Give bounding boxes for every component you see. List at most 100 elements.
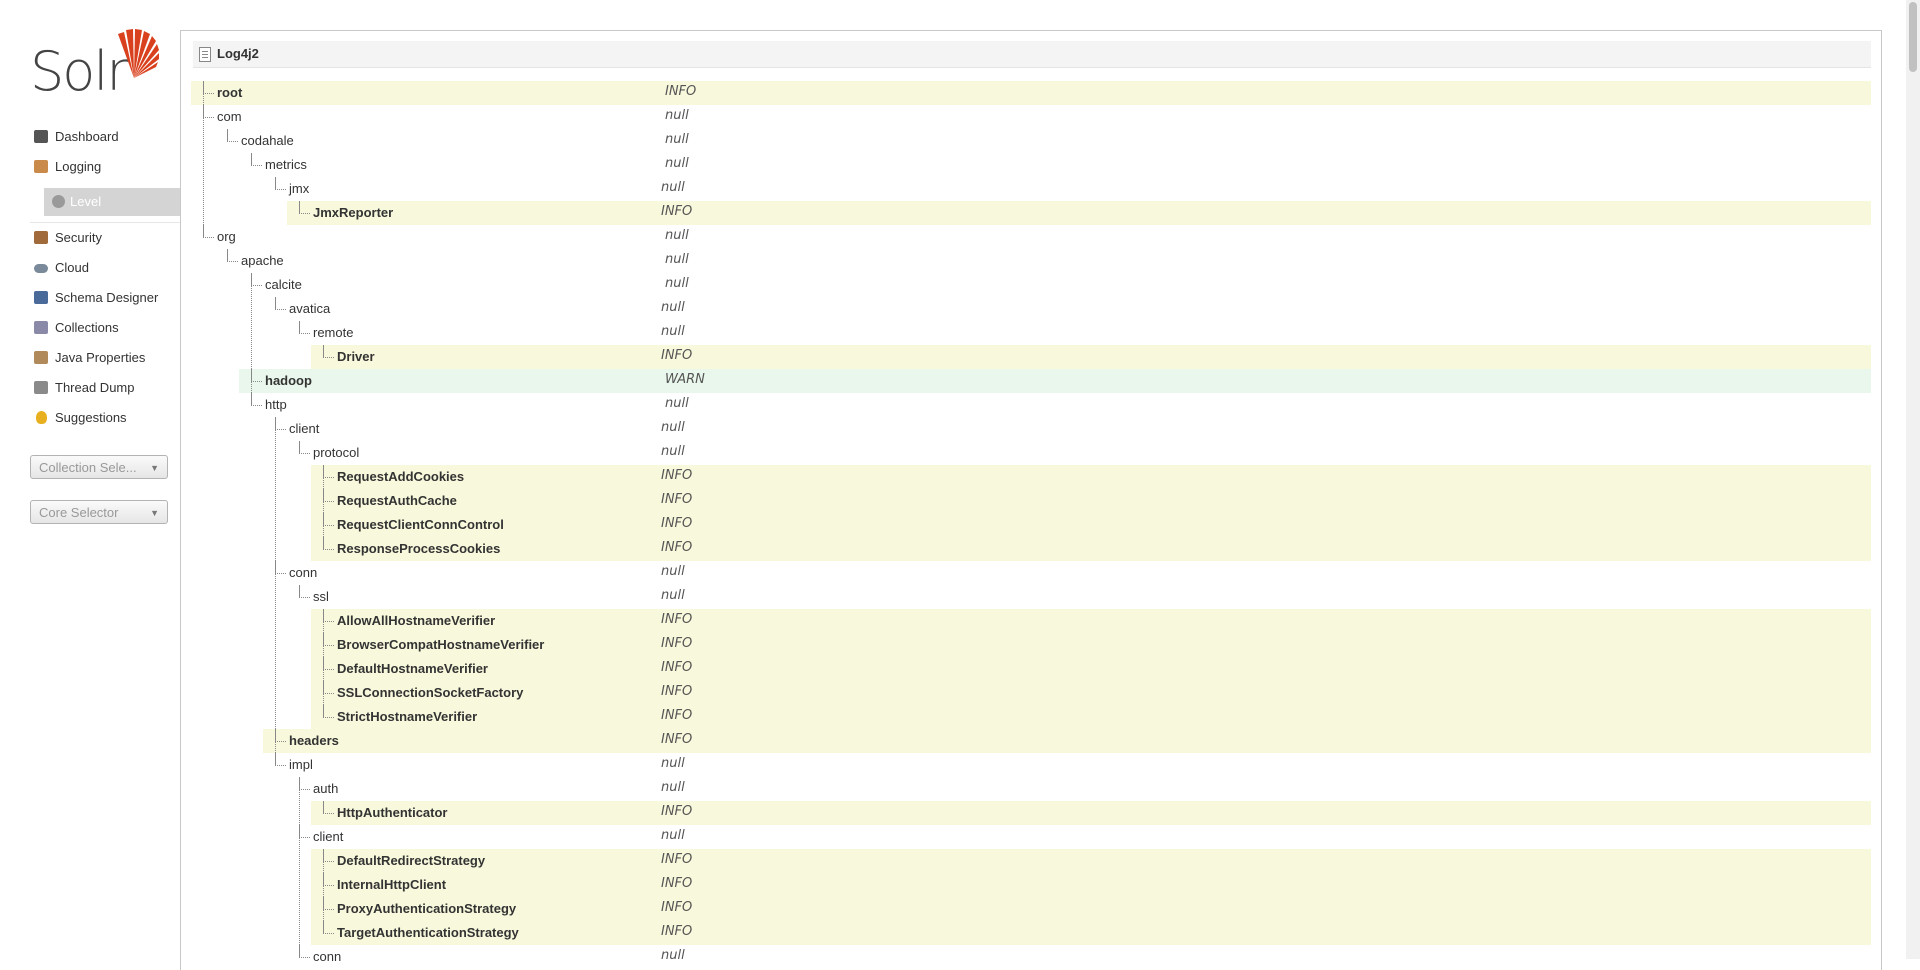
logger-name[interactable]: ssl: [313, 589, 329, 604]
panel-header: Log4j2: [193, 41, 1871, 68]
logger-name[interactable]: com: [217, 109, 242, 124]
logger-level[interactable]: INFO: [661, 468, 692, 483]
logger-level[interactable]: null: [661, 180, 685, 195]
logger-name[interactable]: metrics: [265, 157, 307, 172]
nav-level[interactable]: Level: [44, 188, 180, 216]
logger-name[interactable]: headers: [289, 733, 339, 748]
logger-row: jmx null: [191, 177, 1871, 201]
lightbulb-icon: [36, 411, 47, 424]
logger-level[interactable]: INFO: [661, 924, 692, 939]
logger-name[interactable]: impl: [289, 757, 313, 772]
chevron-down-icon: ▼: [150, 463, 159, 473]
logger-level[interactable]: INFO: [661, 684, 692, 699]
logger-name[interactable]: RequestAddCookies: [337, 469, 464, 484]
nav-logging[interactable]: Logging: [30, 152, 180, 182]
logger-name[interactable]: SSLConnectionSocketFactory: [337, 685, 523, 700]
logger-level[interactable]: INFO: [661, 540, 692, 555]
logger-name[interactable]: calcite: [265, 277, 302, 292]
logger-level[interactable]: null: [661, 420, 685, 435]
nav-suggestions[interactable]: Suggestions: [30, 403, 180, 433]
logger-level[interactable]: INFO: [661, 612, 692, 627]
logger-level[interactable]: null: [665, 132, 689, 147]
logger-name[interactable]: ProxyAuthenticationStrategy: [337, 901, 516, 916]
logger-level[interactable]: INFO: [661, 900, 692, 915]
logger-level[interactable]: INFO: [661, 732, 692, 747]
logger-name[interactable]: protocol: [313, 445, 359, 460]
logger-name[interactable]: Driver: [337, 349, 375, 364]
logger-name[interactable]: http: [265, 397, 287, 412]
logger-row: calcite null: [191, 273, 1871, 297]
nav-cloud[interactable]: Cloud: [30, 253, 180, 283]
logger-row: hadoop WARN: [239, 369, 1871, 393]
nav-dashboard[interactable]: Dashboard: [30, 122, 180, 152]
logger-name[interactable]: client: [289, 421, 319, 436]
logger-level[interactable]: null: [661, 756, 685, 771]
logger-row: root INFO: [191, 81, 1871, 105]
logger-name[interactable]: ResponseProcessCookies: [337, 541, 500, 556]
logger-level[interactable]: null: [665, 228, 689, 243]
logger-level[interactable]: null: [661, 948, 685, 963]
logger-name[interactable]: TargetAuthenticationStrategy: [337, 925, 519, 940]
logger-name[interactable]: BrowserCompatHostnameVerifier: [337, 637, 544, 652]
logger-level[interactable]: null: [661, 564, 685, 579]
core-selector[interactable]: Core Selector ▼: [30, 500, 168, 524]
logger-level[interactable]: INFO: [661, 660, 692, 675]
logger-level[interactable]: INFO: [661, 204, 692, 219]
logger-name[interactable]: DefaultRedirectStrategy: [337, 853, 485, 868]
logger-level[interactable]: null: [665, 108, 689, 123]
logger-name[interactable]: InternalHttpClient: [337, 877, 446, 892]
logger-name[interactable]: conn: [313, 949, 341, 964]
logger-level[interactable]: INFO: [661, 636, 692, 651]
logger-name[interactable]: apache: [241, 253, 284, 268]
logger-name[interactable]: AllowAllHostnameVerifier: [337, 613, 495, 628]
logger-level[interactable]: INFO: [661, 708, 692, 723]
logger-name[interactable]: RequestAuthCache: [337, 493, 457, 508]
vertical-scrollbar[interactable]: [1906, 0, 1920, 959]
solr-logo[interactable]: Solr: [30, 28, 160, 103]
logger-name[interactable]: client: [313, 829, 343, 844]
nav-schema-designer[interactable]: Schema Designer: [30, 283, 180, 313]
logger-level[interactable]: WARN: [665, 372, 705, 387]
logger-level[interactable]: null: [665, 156, 689, 171]
logger-level[interactable]: INFO: [661, 804, 692, 819]
scrollbar-thumb[interactable]: [1909, 2, 1917, 72]
tree-guide-line: [323, 801, 324, 813]
logger-level[interactable]: INFO: [661, 516, 692, 531]
logger-name[interactable]: avatica: [289, 301, 330, 316]
logger-name[interactable]: hadoop: [265, 373, 312, 388]
logger-level[interactable]: null: [661, 324, 685, 339]
logger-level[interactable]: null: [661, 300, 685, 315]
logger-name[interactable]: StrictHostnameVerifier: [337, 709, 477, 724]
logger-name[interactable]: jmx: [289, 181, 309, 196]
logger-level[interactable]: null: [661, 444, 685, 459]
logger-level[interactable]: null: [661, 828, 685, 843]
logger-name[interactable]: org: [217, 229, 236, 244]
core-selector-label: Core Selector: [39, 505, 119, 520]
logger-level[interactable]: null: [665, 396, 689, 411]
collection-selector[interactable]: Collection Sele... ▼: [30, 455, 168, 479]
logger-name[interactable]: DefaultHostnameVerifier: [337, 661, 488, 676]
logger-level[interactable]: INFO: [661, 348, 692, 363]
nav-security[interactable]: Security: [30, 223, 180, 253]
logger-level[interactable]: INFO: [661, 876, 692, 891]
tree-connector: [275, 729, 286, 742]
logger-row: StrictHostnameVerifier INFO: [311, 705, 1871, 729]
logger-level[interactable]: null: [661, 780, 685, 795]
logger-level[interactable]: null: [665, 252, 689, 267]
logger-name[interactable]: JmxReporter: [313, 205, 393, 220]
logger-level[interactable]: null: [661, 588, 685, 603]
logger-level[interactable]: null: [665, 276, 689, 291]
nav-thread-dump[interactable]: Thread Dump: [30, 373, 180, 403]
logger-name[interactable]: conn: [289, 565, 317, 580]
nav-collections[interactable]: Collections: [30, 313, 180, 343]
logger-name[interactable]: codahale: [241, 133, 294, 148]
logger-name[interactable]: auth: [313, 781, 338, 796]
logger-name[interactable]: HttpAuthenticator: [337, 805, 448, 820]
nav-java-properties[interactable]: Java Properties: [30, 343, 180, 373]
logger-level[interactable]: INFO: [665, 84, 696, 99]
logger-level[interactable]: INFO: [661, 852, 692, 867]
logger-name[interactable]: remote: [313, 325, 353, 340]
logger-name[interactable]: root: [217, 85, 242, 100]
logger-name[interactable]: RequestClientConnControl: [337, 517, 504, 532]
logger-level[interactable]: INFO: [661, 492, 692, 507]
